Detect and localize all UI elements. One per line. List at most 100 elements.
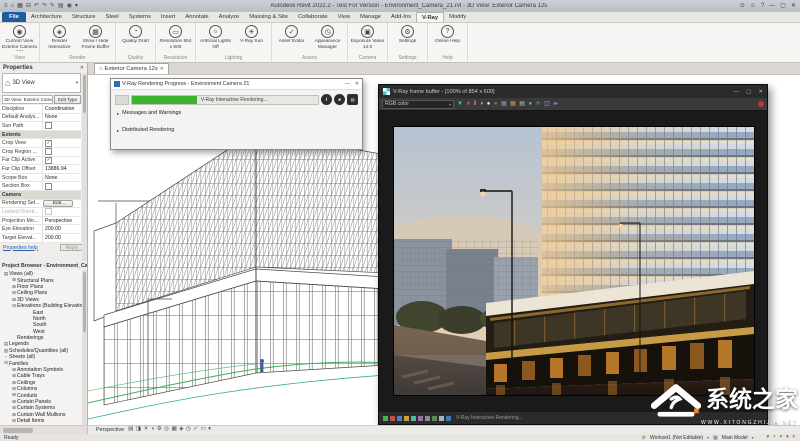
property-row[interactable]: Projection Mo... Perspective [0,217,81,226]
search-icon[interactable]: ⊙ [740,3,745,9]
property-value[interactable] [42,122,81,130]
qat-icon[interactable]: ≡ [4,3,8,9]
sphere-button[interactable]: ● [494,101,498,107]
clear-buffer-button[interactable]: ▤ [519,101,525,107]
property-row[interactable]: Target Elevat... 200.00 [0,234,81,243]
stop-render-button[interactable]: ■ [466,101,470,107]
properties-help-link[interactable]: Properties help [3,245,38,251]
active-model-label[interactable]: Main Model [722,435,748,441]
property-value[interactable]: 200.00 [42,225,81,233]
vray-logo-icon[interactable]: ▼ [457,101,463,107]
filter-icon[interactable]: ▼ [772,435,776,440]
appearance-manager-button[interactable]: ◷ Appearance Manager [310,24,345,54]
maximize-icon[interactable]: ▢ [746,89,751,95]
property-row[interactable]: Camera [0,191,81,200]
asset-editor-button[interactable]: ✓ Asset Editor [274,24,309,54]
property-row[interactable]: Locked Orient... [0,208,81,217]
distributed-rendering-section[interactable]: ▸ Distributed Rendering [117,127,356,133]
qat-icon[interactable]: ▤ [58,3,64,9]
property-row[interactable]: Far Clip Active [0,157,81,166]
property-row[interactable]: Crop View [0,139,81,148]
tab-add-ins[interactable]: Add-Ins [386,12,416,22]
tab-insert[interactable]: Insert [156,12,181,22]
filter-icon[interactable]: ▼ [785,435,789,440]
qat-icon[interactable]: ⌂ [11,3,15,9]
type-selector[interactable]: ⌂ 3D View ▾ [2,73,81,93]
settings-button[interactable]: ⚙ Settings [390,24,425,54]
view-control-icon[interactable]: ▤ [128,427,133,433]
close-icon[interactable]: ✕ [758,89,763,95]
tree-item[interactable]: ⊟ Elevations (Building Elevation) [0,303,87,309]
close-icon[interactable]: ✕ [80,65,84,71]
tab-structure[interactable]: Structure [67,12,101,22]
qat-icon[interactable]: ↶ [34,3,39,9]
frame-buffer-titlebar[interactable]: V-Ray frame buffer - [100% of 854 x 600]… [379,85,767,98]
show-hide-frame-buffer-button[interactable]: ▦ Show / Hide Frame Buffer [78,24,113,54]
qat-icon[interactable]: ⊟ [26,3,31,9]
white-balance-button[interactable]: ● [487,101,491,107]
view-control-icon[interactable]: ▭ [200,427,205,433]
open-folder-button[interactable]: ▦ [510,101,516,107]
close-icon[interactable]: ✕ [355,81,359,87]
view-control-icon[interactable]: ◎ [164,427,169,433]
stop-button[interactable]: ■ [334,94,345,105]
filter-icon[interactable]: ▼ [792,435,796,440]
tab-collaborate[interactable]: Collaborate [293,12,333,22]
property-value[interactable]: 200.00 [42,234,81,242]
property-value[interactable] [42,139,81,147]
property-value[interactable]: Perspective [42,217,81,225]
account-icon[interactable]: ☺ [750,3,756,9]
correction-controls-button[interactable]: ◑ [480,101,484,107]
channel-select[interactable]: RGB color ▾ [382,100,454,109]
property-value[interactable]: None [42,114,81,122]
view-control-icon[interactable]: ▾ [208,427,211,433]
property-value[interactable]: None [42,174,81,182]
property-row[interactable]: Discipline Coordination [0,105,81,114]
chevron-down-icon[interactable]: ▾ [707,435,709,440]
minimize-button[interactable]: — [769,3,775,9]
artificial-lights-button[interactable]: ☼ Artificial Lights Off [198,24,233,54]
pause-render-button[interactable]: ‖ [474,101,476,107]
tab-architecture[interactable]: Architecture [26,12,67,22]
tab-manage[interactable]: Manage [355,12,386,22]
qat-icon[interactable]: ◉ [67,3,72,9]
current-view-button[interactable]: ◉ Current View Exterior Camera 12i [2,24,37,54]
view-control-icon[interactable]: ⚙ [157,427,162,433]
editable-only-filter-icon[interactable]: ▼ [766,435,770,440]
tab-massing-site[interactable]: Massing & Site [244,12,293,22]
frame-buffer-viewport[interactable] [379,111,767,412]
property-value[interactable]: Coordination [42,105,81,113]
online-help-button[interactable]: ? Online Help [430,24,465,54]
property-value[interactable] [42,148,81,156]
minimize-icon[interactable]: — [345,81,350,87]
duplicate-buffer-button[interactable]: ● [528,101,532,107]
qat-icon[interactable]: ↷ [42,3,47,9]
tab-modify[interactable]: Modify [444,12,471,22]
qat-icon[interactable]: ▦ [17,3,23,9]
pause-button[interactable]: ‖ [321,94,332,105]
browser-scrollbar[interactable] [82,270,87,425]
render-interactive-button[interactable]: ◈ Render Interactive [42,24,77,54]
close-icon[interactable]: ✕ [160,66,164,72]
property-row[interactable]: Eye Elevation 200.00 [0,225,81,234]
property-row[interactable]: Far Clip Offset 13886.94 [0,165,81,174]
property-value[interactable] [42,208,81,216]
quality-button[interactable]: ◔ Quality Draft [118,24,153,54]
messages-warnings-section[interactable]: ▸ Messages and Warnings [117,110,356,116]
tree-item[interactable]: ⊞ Detail Items [0,418,87,424]
edit-type-button[interactable]: Edit Type [54,95,81,104]
view-scale-label[interactable]: Perspective [96,427,124,433]
property-row[interactable]: Rendering Set... Edit... [0,200,81,209]
apply-button[interactable]: Apply [60,244,84,251]
property-row[interactable]: Default Analys... None [0,114,81,123]
tab-analyze[interactable]: Analyze [214,12,245,22]
exposure-value-button[interactable]: ▣ Exposure Value 14.0 [350,24,385,54]
view-tab-exterior-camera[interactable]: ⌂ Exterior Camera 12s ✕ [94,63,169,74]
property-value[interactable] [42,157,81,165]
property-row[interactable]: Sun Path [0,122,81,131]
tab-view[interactable]: View [333,12,355,22]
property-value[interactable] [42,182,81,190]
property-row[interactable]: Section Box [0,182,81,191]
filter-icon[interactable]: ▼ [779,435,783,440]
region-render-button[interactable]: ◫ [544,101,550,107]
